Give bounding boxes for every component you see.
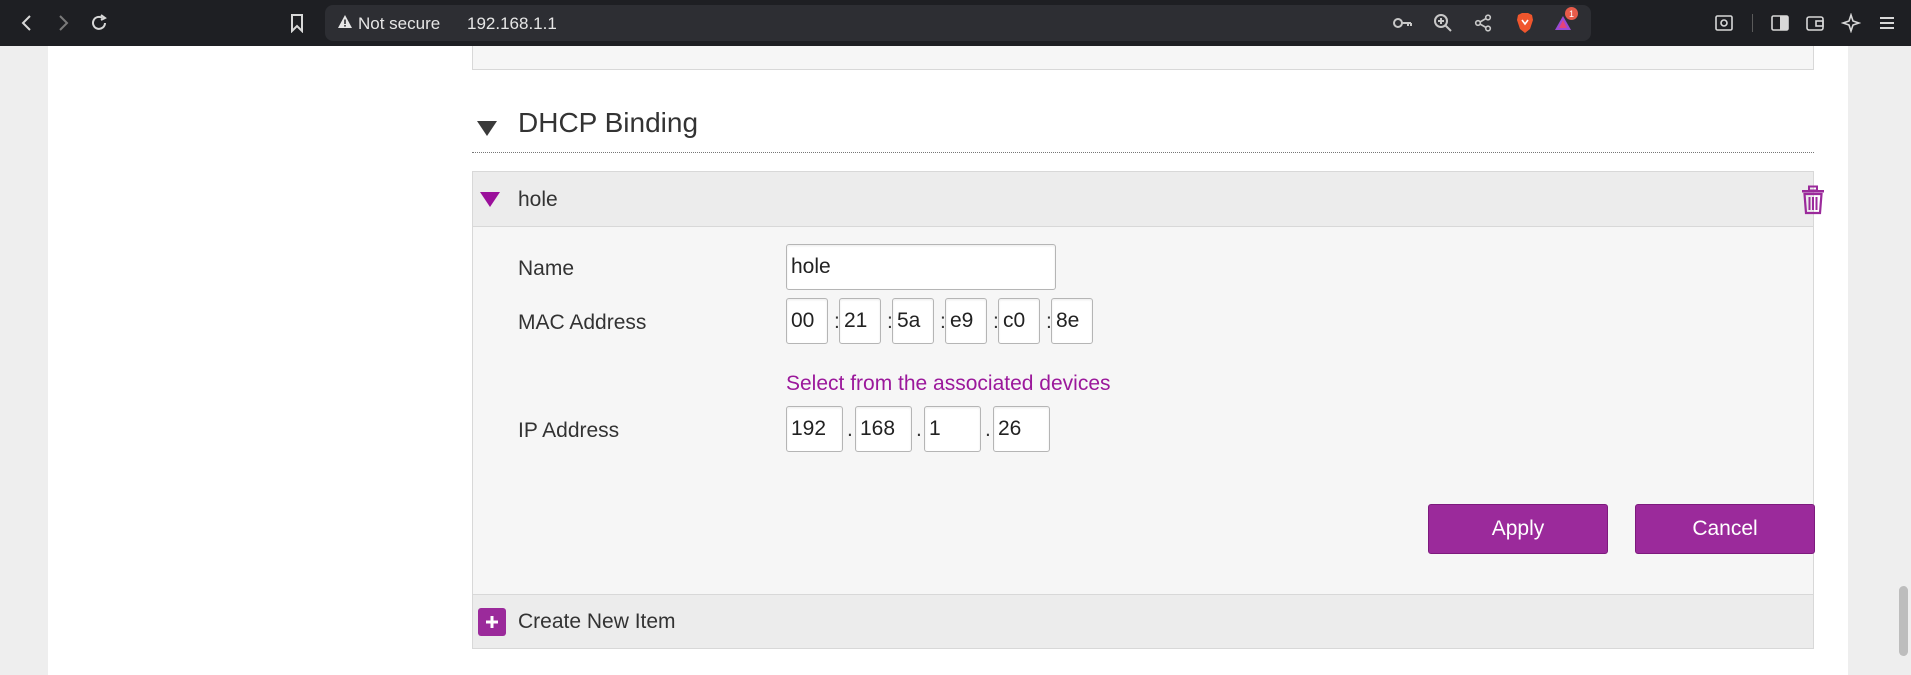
menu-icon[interactable] — [1872, 8, 1902, 38]
page-viewport: DHCP Binding hole Name MAC Address : : :… — [0, 46, 1911, 675]
ip-octet-3-input[interactable] — [924, 406, 981, 452]
ip-address-label: IP Address — [518, 419, 620, 442]
apply-button[interactable]: Apply — [1428, 504, 1608, 554]
scrollbar-thumb[interactable] — [1899, 586, 1908, 656]
select-associated-devices-link[interactable]: Select from the associated devices — [786, 372, 1111, 396]
mac-octet-1-input[interactable] — [786, 298, 828, 344]
bookmark-icon[interactable] — [282, 8, 312, 38]
key-icon[interactable] — [1391, 11, 1415, 35]
toolbar-divider — [1752, 14, 1753, 32]
zoom-icon[interactable] — [1431, 11, 1455, 35]
name-label: Name — [518, 257, 575, 280]
mac-octet-5-input[interactable] — [998, 298, 1040, 344]
forward-icon[interactable] — [48, 8, 78, 38]
collapse-arrow-icon[interactable] — [477, 121, 497, 136]
share-icon[interactable] — [1471, 11, 1495, 35]
sidebar-icon[interactable] — [1765, 8, 1795, 38]
binding-item-title: hole — [518, 188, 558, 211]
binding-item-panel: hole Name MAC Address : : : : : Select f… — [472, 171, 1824, 649]
expand-arrow-icon[interactable] — [480, 192, 500, 207]
section-header[interactable]: DHCP Binding — [472, 101, 1814, 153]
previous-section-panel — [472, 46, 1814, 70]
ip-separator: . — [985, 418, 991, 441]
mac-octet-4-input[interactable] — [945, 298, 987, 344]
url-text[interactable]: 192.168.1.1 — [467, 14, 557, 34]
ip-separator: . — [847, 418, 853, 441]
screenshot-icon[interactable] — [1709, 8, 1739, 38]
back-icon[interactable] — [12, 8, 42, 38]
leo-ai-icon[interactable] — [1836, 8, 1866, 38]
name-input[interactable] — [786, 244, 1056, 290]
mac-octet-6-input[interactable] — [1051, 298, 1093, 344]
cancel-button[interactable]: Cancel — [1635, 504, 1815, 554]
plus-icon[interactable] — [478, 608, 506, 636]
ip-octet-4-input[interactable] — [993, 406, 1050, 452]
ip-octet-2-input[interactable] — [855, 406, 912, 452]
binding-item-header[interactable]: hole — [473, 172, 1824, 227]
reload-icon[interactable] — [84, 8, 114, 38]
browser-toolbar: Not secure 192.168.1.1 1 — [0, 0, 1911, 46]
wallet-icon[interactable] — [1800, 8, 1830, 38]
brave-rewards-icon[interactable]: 1 — [1551, 7, 1578, 35]
notification-badge: 1 — [1565, 7, 1578, 20]
mac-octet-2-input[interactable] — [839, 298, 881, 344]
brave-shield-icon[interactable] — [1513, 11, 1537, 35]
ip-octet-1-input[interactable] — [786, 406, 843, 452]
security-label[interactable]: Not secure — [358, 14, 440, 34]
mac-octet-3-input[interactable] — [892, 298, 934, 344]
create-new-item-label[interactable]: Create New Item — [518, 610, 676, 634]
ip-separator: . — [916, 418, 922, 441]
warning-icon[interactable] — [337, 14, 353, 35]
main-content: DHCP Binding hole Name MAC Address : : :… — [48, 46, 1848, 675]
address-bar[interactable]: Not secure 192.168.1.1 1 — [325, 5, 1591, 41]
trash-icon[interactable] — [1799, 185, 1827, 215]
section-title: DHCP Binding — [518, 107, 699, 138]
mac-address-label: MAC Address — [518, 311, 647, 334]
create-new-item-row[interactable]: Create New Item — [473, 594, 1813, 648]
